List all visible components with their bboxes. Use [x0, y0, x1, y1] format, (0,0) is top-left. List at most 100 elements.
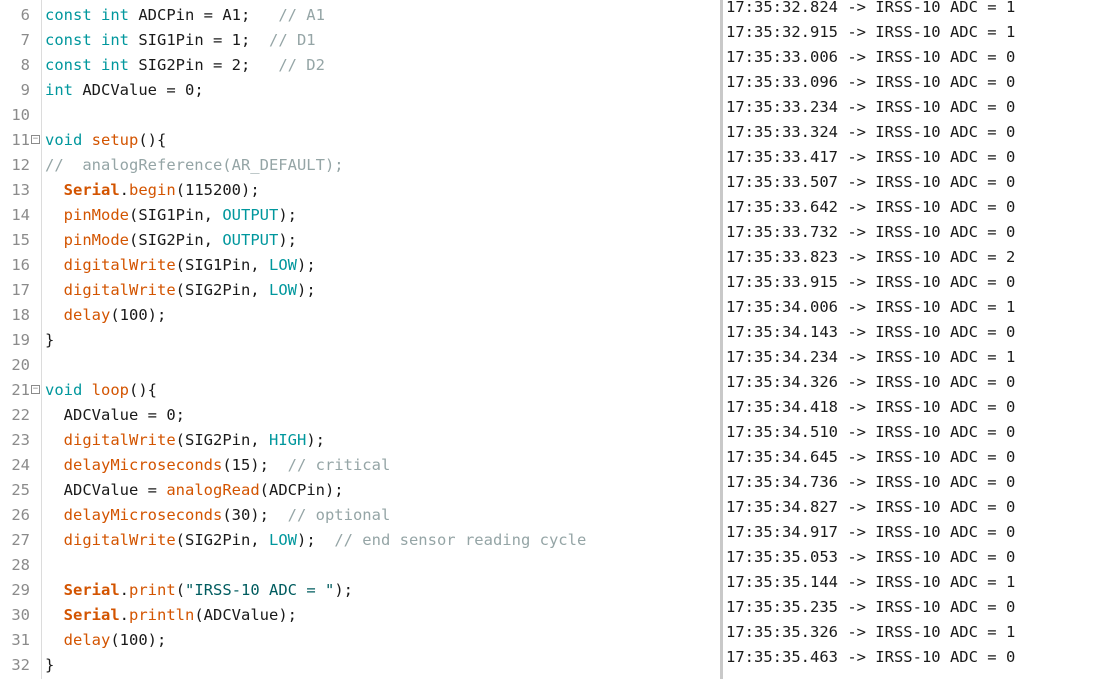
line-number: 32	[11, 656, 30, 674]
code-line[interactable]: 27 digitalWrite(SIG2Pin, LOW); // end se…	[0, 528, 720, 553]
code-line[interactable]: 32}	[0, 653, 720, 678]
serial-output-line: 17:35:33.642 -> IRSS-10 ADC = 0	[726, 198, 1016, 216]
line-number: 27	[11, 531, 30, 549]
code-token: digitalWrite	[63, 281, 176, 299]
code-line[interactable]: 6 const int ADCPin = A1; // A1	[0, 3, 720, 28]
code-token: (100);	[110, 306, 167, 324]
code-token: );	[278, 231, 297, 249]
code-line[interactable]: 17 digitalWrite(SIG2Pin, LOW);	[0, 278, 720, 303]
code-line[interactable]: 9 int ADCValue = 0;	[0, 78, 720, 103]
serial-output-line: 17:35:33.006 -> IRSS-10 ADC = 0	[726, 48, 1016, 66]
serial-output-line: 17:35:32.824 -> IRSS-10 ADC = 1	[726, 0, 1016, 16]
code-line[interactable]: 11− void setup(){	[0, 128, 720, 153]
code-line[interactable]: 7 const int SIG1Pin = 1; // D1	[0, 28, 720, 53]
serial-output-line: 17:35:34.234 -> IRSS-10 ADC = 1	[726, 348, 1016, 366]
code-line[interactable]: 21− void loop(){	[0, 378, 720, 403]
code-text: digitalWrite(SIG2Pin, HIGH);	[45, 428, 325, 453]
code-line[interactable]: 15 pinMode(SIG2Pin, OUTPUT);	[0, 228, 720, 253]
code-line[interactable]: 29 Serial.print("IRSS-10 ADC = ");	[0, 578, 720, 603]
code-token: ADCValue = 0;	[73, 81, 204, 99]
code-editor[interactable]: 6 const int ADCPin = A1; // A1 7 const int …	[0, 0, 720, 679]
code-text: pinMode(SIG2Pin, OUTPUT);	[45, 228, 297, 253]
code-text: const int ADCPin = A1; // A1	[45, 3, 325, 28]
code-token: SIG2Pin = 2;	[129, 56, 279, 74]
line-number: 20	[11, 356, 30, 374]
code-text: Serial.print("IRSS-10 ADC = ");	[45, 578, 353, 603]
code-token: const int	[45, 6, 129, 24]
code-line[interactable]: 24 delayMicroseconds(15); // critical	[0, 453, 720, 478]
code-token: Serial	[63, 606, 120, 624]
code-line[interactable]: 12 // analogReference(AR_DEFAULT);	[0, 153, 720, 178]
code-token: "IRSS-10 ADC = "	[185, 581, 335, 599]
serial-output-line: 17:35:34.827 -> IRSS-10 ADC = 0	[726, 498, 1016, 516]
line-number: 21	[11, 381, 30, 399]
code-text: digitalWrite(SIG1Pin, LOW);	[45, 253, 316, 278]
line-number: 29	[11, 581, 30, 599]
code-token: digitalWrite	[63, 431, 176, 449]
code-token: delay	[63, 631, 111, 649]
code-line[interactable]: 20	[0, 353, 720, 378]
code-text: ADCValue = analogRead(ADCPin);	[45, 478, 344, 503]
code-line[interactable]: 25 ADCValue = analogRead(ADCPin);	[0, 478, 720, 503]
code-token: (){	[138, 131, 167, 149]
serial-monitor-output[interactable]: 17:35:32.824 -> IRSS-10 ADC = 1 17:35:32.…	[723, 0, 1104, 679]
serial-output-line: 17:35:33.324 -> IRSS-10 ADC = 0	[726, 123, 1016, 141]
serial-output-line: 17:35:33.732 -> IRSS-10 ADC = 0	[726, 223, 1016, 241]
code-token: int	[45, 81, 73, 99]
code-line[interactable]: 8 const int SIG2Pin = 2; // D2	[0, 53, 720, 78]
code-token: println	[129, 606, 195, 624]
code-token: (100);	[110, 631, 167, 649]
code-token: LOW	[268, 281, 297, 299]
code-token: }	[45, 656, 55, 674]
code-line[interactable]: 13 Serial.begin(115200);	[0, 178, 720, 203]
code-text: digitalWrite(SIG2Pin, LOW); // end senso…	[45, 528, 587, 553]
code-token: // A1	[278, 6, 325, 24]
code-token: ADCValue =	[45, 481, 167, 499]
serial-output-line: 17:35:34.645 -> IRSS-10 ADC = 0	[726, 448, 1016, 466]
code-line[interactable]: 30 Serial.println(ADCValue);	[0, 603, 720, 628]
code-token: void	[45, 131, 83, 149]
code-line[interactable]: 18 delay(100);	[0, 303, 720, 328]
code-token: delayMicroseconds	[63, 506, 223, 524]
serial-output-line: 17:35:33.234 -> IRSS-10 ADC = 0	[726, 98, 1016, 116]
serial-output-line: 17:35:35.235 -> IRSS-10 ADC = 0	[726, 598, 1016, 616]
line-number: 15	[11, 231, 30, 249]
line-number: 7	[20, 31, 30, 49]
code-token: const int	[45, 56, 129, 74]
code-token: LOW	[268, 531, 297, 549]
fold-collapse-icon[interactable]: −	[31, 135, 40, 144]
line-number: 14	[11, 206, 30, 224]
code-line[interactable]: 22 ADCValue = 0;	[0, 403, 720, 428]
code-text: const int SIG1Pin = 1; // D1	[45, 28, 316, 53]
code-text: Serial.begin(115200);	[45, 178, 260, 203]
code-line[interactable]: 31 delay(100);	[0, 628, 720, 653]
code-token: (SIG2Pin,	[175, 531, 269, 549]
code-text: const int SIG2Pin = 2; // D2	[45, 53, 325, 78]
serial-output-line: 17:35:35.144 -> IRSS-10 ADC = 1	[726, 573, 1016, 591]
code-token: Serial	[63, 181, 120, 199]
code-line[interactable]: 19}	[0, 328, 720, 353]
code-line[interactable]: 10	[0, 103, 720, 128]
code-line[interactable]: 16 digitalWrite(SIG1Pin, LOW);	[0, 253, 720, 278]
line-number: 12	[11, 156, 30, 174]
code-line[interactable]: 26 delayMicroseconds(30); // optional	[0, 503, 720, 528]
line-number: 17	[11, 281, 30, 299]
code-token: .	[119, 581, 130, 599]
code-token: print	[129, 581, 176, 599]
line-number: 18	[11, 306, 30, 324]
code-line[interactable]: 14 pinMode(SIG1Pin, OUTPUT);	[0, 203, 720, 228]
code-line[interactable]: 23 digitalWrite(SIG2Pin, HIGH);	[0, 428, 720, 453]
line-number: 28	[11, 556, 30, 574]
fold-collapse-icon[interactable]: −	[31, 385, 40, 394]
code-token: (){	[129, 381, 157, 399]
code-token: digitalWrite	[63, 531, 176, 549]
code-token: (SIG1Pin,	[129, 206, 223, 224]
code-token: }	[45, 331, 55, 349]
code-token: OUTPUT	[222, 231, 279, 249]
code-line[interactable]: 28	[0, 553, 720, 578]
